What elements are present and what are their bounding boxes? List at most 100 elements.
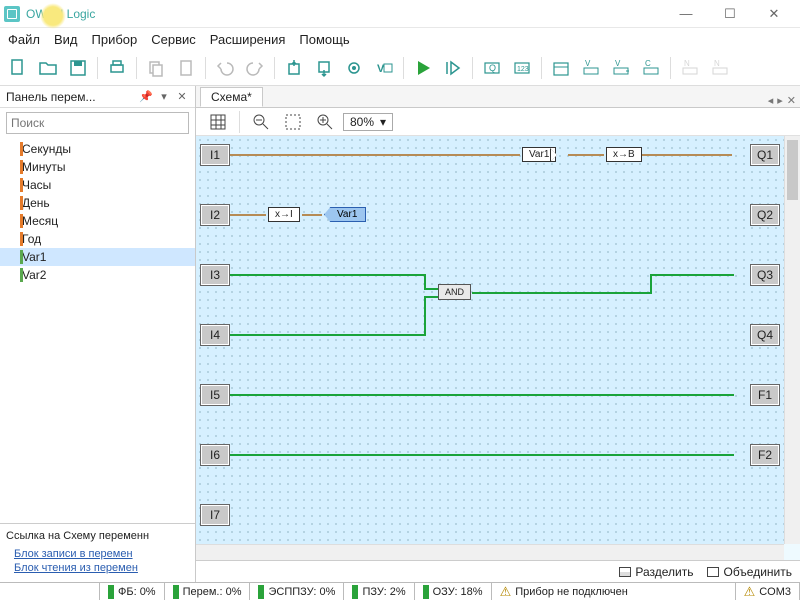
wire[interactable] [424,296,438,298]
maximize-button[interactable]: ☐ [708,1,752,27]
num-block-icon[interactable]: 123 [508,54,536,82]
wire[interactable] [230,334,426,336]
link-read-block[interactable]: Блок чтения из перемен [14,562,189,574]
close-button[interactable]: ✕ [752,1,796,27]
grid-toggle-icon[interactable] [204,108,232,136]
copy-icon[interactable] [142,54,170,82]
svg-text:N: N [714,59,720,68]
output-Q1[interactable]: Q1 [750,144,780,166]
search-input[interactable] [6,112,189,134]
wire[interactable] [230,454,734,456]
link-write-block[interactable]: Блок записи в перемен [14,548,189,560]
zoom-in-icon[interactable] [311,108,339,136]
panel-close-icon[interactable]: ✕ [175,90,189,104]
run-icon[interactable] [409,54,437,82]
redo-icon[interactable] [241,54,269,82]
zoom-out-icon[interactable] [247,108,275,136]
upload-device-icon[interactable] [280,54,308,82]
undo-icon[interactable] [211,54,239,82]
svg-text:N: N [684,59,690,68]
variable-item[interactable]: Минуты [0,158,195,176]
convert-xb-block[interactable]: x→B [606,147,642,162]
merge-button[interactable]: Объединить [707,565,792,579]
zoom-fit-icon[interactable] [279,108,307,136]
wire[interactable] [230,274,426,276]
scrollbar-horizontal[interactable] [196,544,784,560]
wire[interactable] [230,214,266,216]
n-block2-icon[interactable]: N [706,54,734,82]
new-file-icon[interactable] [4,54,32,82]
variable-item[interactable]: Год [0,230,195,248]
var-write-tag[interactable]: Var1 [324,207,366,222]
tab-next-icon[interactable]: ▸ [777,94,783,107]
menu-device[interactable]: Прибор [92,32,138,47]
variable-item[interactable]: Месяц [0,212,195,230]
open-file-icon[interactable] [34,54,62,82]
var-read-block[interactable]: Var1 [522,147,556,162]
canvas[interactable]: I1 I2 I3 I4 I5 I6 I7 Q1 Q2 Q3 Q4 F1 F2 Var1 x→B x→I Var1… [196,136,800,560]
input-I4[interactable]: I4 [200,324,230,346]
variable-item[interactable]: Часы [0,176,195,194]
input-I5[interactable]: I5 [200,384,230,406]
output-F1[interactable]: F1 [750,384,780,406]
input-I1[interactable]: I1 [200,144,230,166]
wire[interactable] [650,274,652,294]
panel-title: Панель перем... [6,90,96,104]
step-icon[interactable] [439,54,467,82]
minimize-button[interactable]: — [664,1,708,27]
output-Q3[interactable]: Q3 [750,264,780,286]
print-icon[interactable] [103,54,131,82]
wire[interactable] [302,214,322,216]
c-block-icon[interactable]: C [637,54,665,82]
input-I2[interactable]: I2 [200,204,230,226]
v-read-icon[interactable]: V [577,54,605,82]
menu-view[interactable]: Вид [54,32,78,47]
tab-schema[interactable]: Схема* [200,87,263,107]
output-Q4[interactable]: Q4 [750,324,780,346]
wire[interactable] [642,154,732,156]
variable-item[interactable]: Секунды [0,140,195,158]
input-I7[interactable]: I7 [200,504,230,526]
input-I6[interactable]: I6 [200,444,230,466]
variable-item[interactable]: День [0,194,195,212]
wire[interactable] [230,154,520,156]
tab-prev-icon[interactable]: ◂ [768,94,774,107]
wire[interactable] [424,288,438,290]
pin-icon[interactable]: 📌 [139,90,153,104]
canvas-toolbar: 80%▾ [196,108,800,136]
download-device-icon[interactable] [310,54,338,82]
toolbar: V Q 123 V V C N N [0,50,800,86]
menu-help[interactable]: Помощь [299,32,349,47]
menu-file[interactable]: Файл [8,32,40,47]
menu-extensions[interactable]: Расширения [210,32,286,47]
input-I3[interactable]: I3 [200,264,230,286]
n-block1-icon[interactable]: N [676,54,704,82]
calendar-icon[interactable] [547,54,575,82]
wire[interactable] [424,274,426,288]
tab-close-icon[interactable]: ✕ [787,94,796,107]
wire[interactable] [568,154,604,156]
output-F2[interactable]: F2 [750,444,780,466]
wire[interactable] [230,394,734,396]
wire[interactable] [650,274,734,276]
and-gate[interactable]: AND [438,284,471,300]
output-Q2[interactable]: Q2 [750,204,780,226]
panel-menu-icon[interactable]: ▾ [157,90,171,104]
variable-item[interactable]: Var2 [0,266,195,284]
v-write-icon[interactable]: V [607,54,635,82]
convert-xi-block[interactable]: x→I [268,207,300,222]
device-settings-icon[interactable] [340,54,368,82]
menu-service[interactable]: Сервис [151,32,196,47]
variables-icon[interactable]: V [370,54,398,82]
scrollbar-vertical[interactable] [784,136,800,544]
save-icon[interactable] [64,54,92,82]
paste-icon[interactable] [172,54,200,82]
split-button[interactable]: Разделить [619,565,693,579]
wire[interactable] [472,292,652,294]
variable-item[interactable]: Var1 [0,248,195,266]
zoom-selector[interactable]: 80%▾ [343,113,393,131]
wire[interactable] [424,296,426,336]
statusbar: ФБ: 0% Перем.: 0% ЭСППЗУ: 0% ПЗУ: 2% ОЗУ… [0,582,800,600]
q-block-icon[interactable]: Q [478,54,506,82]
panel-links: Ссылка на Схему переменн Блок записи в п… [0,523,195,582]
